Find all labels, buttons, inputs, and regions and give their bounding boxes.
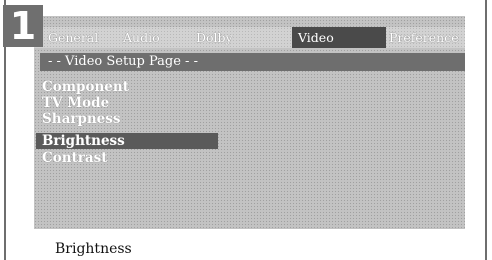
option-contrast[interactable]: Contrast: [42, 150, 108, 166]
osd-screen: General Audio Dolby Video Preference - -…: [34, 16, 465, 229]
status-text: Brightness: [55, 241, 132, 257]
step-number-badge: 1: [3, 5, 43, 47]
option-brightness[interactable]: Brightness: [36, 133, 218, 149]
option-tv-mode[interactable]: TV Mode: [42, 95, 109, 111]
status-panel: Brightness: [34, 229, 457, 260]
tab-dolby[interactable]: Dolby: [196, 27, 233, 48]
option-sharpness[interactable]: Sharpness: [42, 111, 120, 127]
tab-preference[interactable]: Preference: [389, 27, 459, 48]
option-component[interactable]: Component: [42, 79, 129, 95]
menu-bar: General Audio Dolby Video Preference: [34, 27, 465, 48]
tab-general[interactable]: General: [48, 27, 98, 48]
tab-audio[interactable]: Audio: [123, 27, 160, 48]
page-border-right: [485, 0, 487, 260]
tab-video[interactable]: Video: [292, 27, 386, 48]
page-title-bar: - - Video Setup Page - -: [40, 53, 465, 71]
page-title: - - Video Setup Page - -: [48, 54, 198, 69]
